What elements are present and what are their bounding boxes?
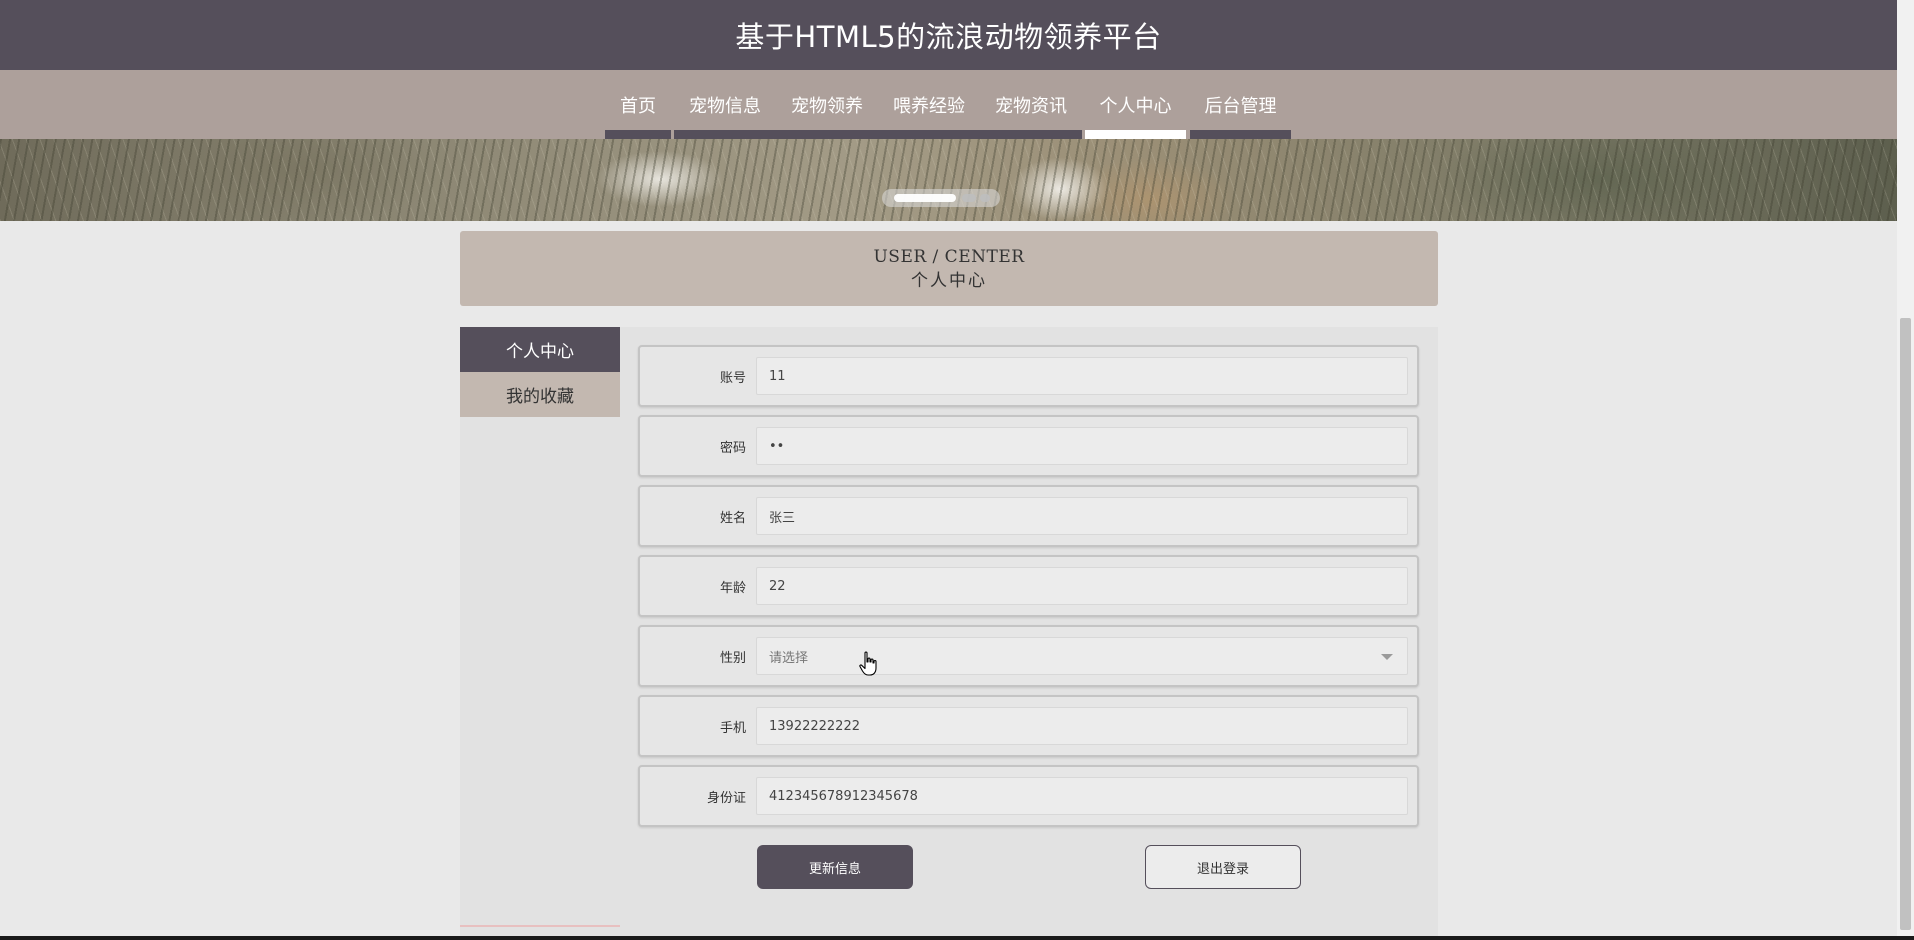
gender-select[interactable]: 请选择 <box>756 637 1408 675</box>
carousel-indicators <box>882 189 1000 207</box>
banner-image <box>0 139 1897 221</box>
phone-input[interactable]: 13922222222 <box>756 707 1408 745</box>
site-title: 基于HTML5的流浪动物领养平台 <box>735 20 1162 54</box>
site-header: 基于HTML5的流浪动物领养平台 <box>0 0 1897 70</box>
main-nav: 首页 宠物信息 宠物领养 喂养经验 宠物资讯 个人中心 后台管理 <box>0 70 1897 139</box>
nav-underline <box>674 130 776 139</box>
scrollbar-thumb[interactable] <box>1900 318 1911 930</box>
nav-underline <box>776 130 878 139</box>
nav-item-pet-info[interactable]: 宠物信息 <box>674 70 776 139</box>
gender-select-placeholder: 请选择 <box>769 650 809 666</box>
nav-item-pet-adoption[interactable]: 宠物领养 <box>776 70 878 139</box>
name-label: 姓名 <box>719 510 746 526</box>
form-row-gender: 性别 请选择 <box>638 625 1419 687</box>
page-title: USER / CENTER 个人中心 <box>460 231 1438 306</box>
carousel-dot[interactable] <box>980 194 990 202</box>
nav-item-label: 喂养经验 <box>893 95 965 117</box>
nav-underline <box>878 130 980 139</box>
nav-item-label: 后台管理 <box>1204 95 1277 117</box>
form-row-id-card: 身份证 412345678912345678 <box>638 765 1419 827</box>
nav-item-label: 个人中心 <box>1099 95 1172 117</box>
nav-underline <box>980 130 1082 139</box>
gender-label: 性别 <box>719 650 746 666</box>
page-title-en: USER / CENTER <box>873 246 1025 267</box>
age-input[interactable]: 22 <box>756 567 1408 605</box>
hand-cursor-icon <box>859 651 877 676</box>
page-title-cn: 个人中心 <box>911 270 987 291</box>
nav-item-feeding-experience[interactable]: 喂养经验 <box>878 70 980 139</box>
chevron-down-icon <box>1381 654 1393 660</box>
nav-underline <box>1190 130 1291 139</box>
form-row-age: 年龄 22 <box>638 555 1419 617</box>
sidebar-item-favorites[interactable]: 我的收藏 <box>460 372 620 417</box>
form-row-password: 密码 •• <box>638 415 1419 477</box>
sidebar-divider <box>460 925 620 927</box>
sidebar: 个人中心 我的收藏 <box>460 327 620 927</box>
form-row-name: 姓名 张三 <box>638 485 1419 547</box>
update-info-button[interactable]: 更新信息 <box>757 845 913 889</box>
logout-button[interactable]: 退出登录 <box>1145 845 1301 889</box>
password-label: 密码 <box>719 440 746 456</box>
nav-item-label: 宠物领养 <box>791 95 863 117</box>
form-row-account: 账号 11 <box>638 345 1419 407</box>
nav-item-label: 宠物资讯 <box>995 95 1067 117</box>
age-label: 年龄 <box>719 580 746 596</box>
id-card-input[interactable]: 412345678912345678 <box>756 777 1408 815</box>
nav-underline-active <box>1085 130 1186 139</box>
page: 基于HTML5的流浪动物领养平台 首页 宠物信息 宠物领养 喂养经验 宠物资讯 … <box>0 0 1897 940</box>
banner-texture <box>0 139 1897 221</box>
nav-item-home[interactable]: 首页 <box>605 70 671 139</box>
form-row-phone: 手机 13922222222 <box>638 695 1419 757</box>
sidebar-item-label: 个人中心 <box>506 342 574 362</box>
window-bottom-edge <box>0 936 1914 940</box>
nav-item-label: 首页 <box>620 95 656 117</box>
id-card-label: 身份证 <box>706 790 746 806</box>
phone-label: 手机 <box>719 720 746 736</box>
carousel-dot[interactable] <box>962 194 976 202</box>
nav-item-admin[interactable]: 后台管理 <box>1190 70 1291 139</box>
account-label: 账号 <box>719 370 746 386</box>
carousel-dot-active[interactable] <box>894 194 956 202</box>
nav-item-label: 宠物信息 <box>689 95 761 117</box>
page-scrollbar[interactable] <box>1897 0 1914 940</box>
nav-underline <box>605 130 671 139</box>
nav-item-pet-news[interactable]: 宠物资讯 <box>980 70 1082 139</box>
sidebar-item-label: 我的收藏 <box>506 387 574 407</box>
nav-item-user-center[interactable]: 个人中心 <box>1085 70 1186 139</box>
password-input[interactable]: •• <box>756 427 1408 465</box>
account-input[interactable]: 11 <box>756 357 1408 395</box>
sidebar-item-user-center[interactable]: 个人中心 <box>460 327 620 372</box>
name-input[interactable]: 张三 <box>756 497 1408 535</box>
